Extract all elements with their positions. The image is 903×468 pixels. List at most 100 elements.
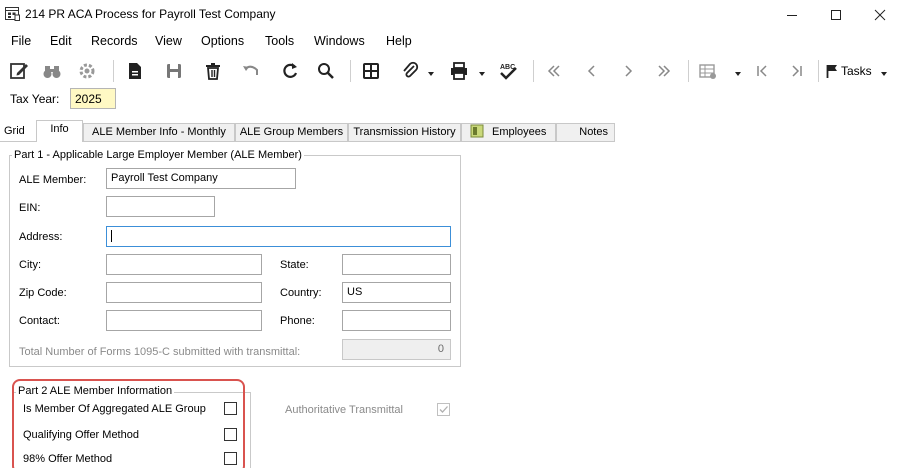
tab-transmission-history[interactable]: Transmission History bbox=[348, 123, 461, 141]
settings-button[interactable] bbox=[76, 60, 98, 82]
tax-year-label: Tax Year: bbox=[10, 92, 60, 106]
first-button[interactable] bbox=[751, 60, 773, 82]
minimize-icon bbox=[786, 9, 798, 21]
delete-icon bbox=[203, 61, 223, 81]
tab-info[interactable]: Info bbox=[36, 120, 83, 142]
phone-label: Phone: bbox=[280, 315, 315, 327]
print-button[interactable] bbox=[448, 60, 470, 82]
address-label: Address: bbox=[19, 231, 63, 243]
grid-view-button[interactable] bbox=[697, 60, 719, 82]
contact-label: Contact: bbox=[19, 315, 60, 327]
last-button[interactable] bbox=[786, 60, 808, 82]
tab-grid[interactable]: Grid bbox=[4, 125, 25, 137]
calendar-grid-icon bbox=[5, 6, 20, 21]
edit-button[interactable] bbox=[8, 60, 30, 82]
last-record-button[interactable] bbox=[653, 60, 675, 82]
edit-icon bbox=[9, 61, 29, 81]
tasks-label: Tasks bbox=[841, 64, 872, 78]
last-record-icon bbox=[654, 61, 674, 81]
new-document-icon bbox=[125, 61, 145, 81]
total-forms-label: Total Number of Forms 1095-C submitted w… bbox=[19, 346, 301, 358]
toolbar-separator bbox=[350, 60, 351, 82]
tab-employees-label: Employees bbox=[492, 126, 547, 138]
save-icon bbox=[164, 61, 184, 81]
menu-tools[interactable]: Tools bbox=[265, 34, 294, 48]
menu-edit[interactable]: Edit bbox=[50, 34, 72, 48]
menu-records[interactable]: Records bbox=[91, 34, 138, 48]
spellcheck-icon: ABC bbox=[498, 61, 518, 81]
refresh-icon bbox=[280, 61, 300, 81]
attach-button[interactable] bbox=[399, 60, 421, 82]
menu-options[interactable]: Options bbox=[201, 34, 244, 48]
maximize-icon bbox=[830, 9, 842, 21]
previous-record-button[interactable] bbox=[581, 60, 603, 82]
address-field[interactable] bbox=[106, 226, 451, 247]
settings-icon bbox=[77, 61, 97, 81]
layout-icon bbox=[361, 61, 381, 81]
ein-field[interactable] bbox=[106, 196, 215, 217]
part1-legend: Part 1 - Applicable Large Employer Membe… bbox=[12, 149, 304, 161]
chevron-down-icon[interactable] bbox=[478, 67, 486, 76]
search-button[interactable] bbox=[315, 60, 337, 82]
window-title: 214 PR ACA Process for Payroll Test Comp… bbox=[25, 7, 276, 21]
chevron-down-icon[interactable] bbox=[427, 67, 435, 76]
text-cursor bbox=[111, 230, 112, 243]
menu-file[interactable]: File bbox=[11, 34, 31, 48]
phone-field[interactable] bbox=[342, 310, 451, 331]
refresh-button[interactable] bbox=[279, 60, 301, 82]
next-record-icon bbox=[618, 61, 638, 81]
flag-icon bbox=[826, 64, 838, 81]
save-button[interactable] bbox=[163, 60, 185, 82]
toolbar-separator bbox=[688, 60, 689, 82]
authoritative-label: Authoritative Transmittal bbox=[285, 404, 403, 416]
chevron-down-icon bbox=[880, 67, 888, 76]
first-record-button[interactable] bbox=[543, 60, 565, 82]
country-field[interactable]: US bbox=[342, 282, 451, 303]
close-button[interactable] bbox=[858, 0, 902, 30]
ale-member-label: ALE Member: bbox=[19, 174, 87, 186]
chevron-down-icon[interactable] bbox=[734, 67, 742, 76]
attach-icon bbox=[400, 61, 420, 81]
menu-help[interactable]: Help bbox=[386, 34, 412, 48]
undo-icon bbox=[241, 61, 261, 81]
tab-ale-group-members[interactable]: ALE Group Members bbox=[235, 123, 348, 141]
zip-label: Zip Code: bbox=[19, 287, 67, 299]
city-label: City: bbox=[19, 259, 41, 271]
state-field[interactable] bbox=[342, 254, 451, 275]
search-icon bbox=[316, 61, 336, 81]
country-label: Country: bbox=[280, 287, 322, 299]
tax-year-field[interactable]: 2025 bbox=[70, 88, 116, 109]
maximize-button[interactable] bbox=[814, 0, 858, 30]
zip-field[interactable] bbox=[106, 282, 262, 303]
minimize-button[interactable] bbox=[770, 0, 814, 30]
menu-windows[interactable]: Windows bbox=[314, 34, 365, 48]
spellcheck-button[interactable]: ABC bbox=[497, 60, 519, 82]
previous-record-icon bbox=[582, 61, 602, 81]
authoritative-checkbox bbox=[437, 403, 450, 416]
new-button[interactable] bbox=[124, 60, 146, 82]
first-icon bbox=[752, 61, 772, 81]
find-button[interactable] bbox=[41, 60, 63, 82]
first-record-icon bbox=[544, 61, 564, 81]
tab-divider bbox=[0, 141, 615, 142]
employees-icon bbox=[470, 124, 484, 141]
delete-button[interactable] bbox=[202, 60, 224, 82]
tab-notes[interactable]: Notes bbox=[556, 123, 615, 141]
layout-button[interactable] bbox=[360, 60, 382, 82]
toolbar-separator bbox=[533, 60, 534, 82]
city-field[interactable] bbox=[106, 254, 262, 275]
print-icon bbox=[449, 61, 469, 81]
highlight-annotation bbox=[12, 379, 245, 468]
close-icon bbox=[874, 9, 886, 21]
tab-ale-member-info-monthly[interactable]: ALE Member Info - Monthly bbox=[83, 123, 235, 141]
next-record-button[interactable] bbox=[617, 60, 639, 82]
total-forms-field: 0 bbox=[342, 339, 451, 360]
grid-view-icon bbox=[698, 61, 718, 81]
state-label: State: bbox=[280, 259, 309, 271]
contact-field[interactable] bbox=[106, 310, 262, 331]
toolbar-separator bbox=[818, 60, 819, 82]
last-icon bbox=[787, 61, 807, 81]
undo-button[interactable] bbox=[240, 60, 262, 82]
menu-view[interactable]: View bbox=[155, 34, 182, 48]
ale-member-field[interactable]: Payroll Test Company bbox=[106, 168, 296, 189]
